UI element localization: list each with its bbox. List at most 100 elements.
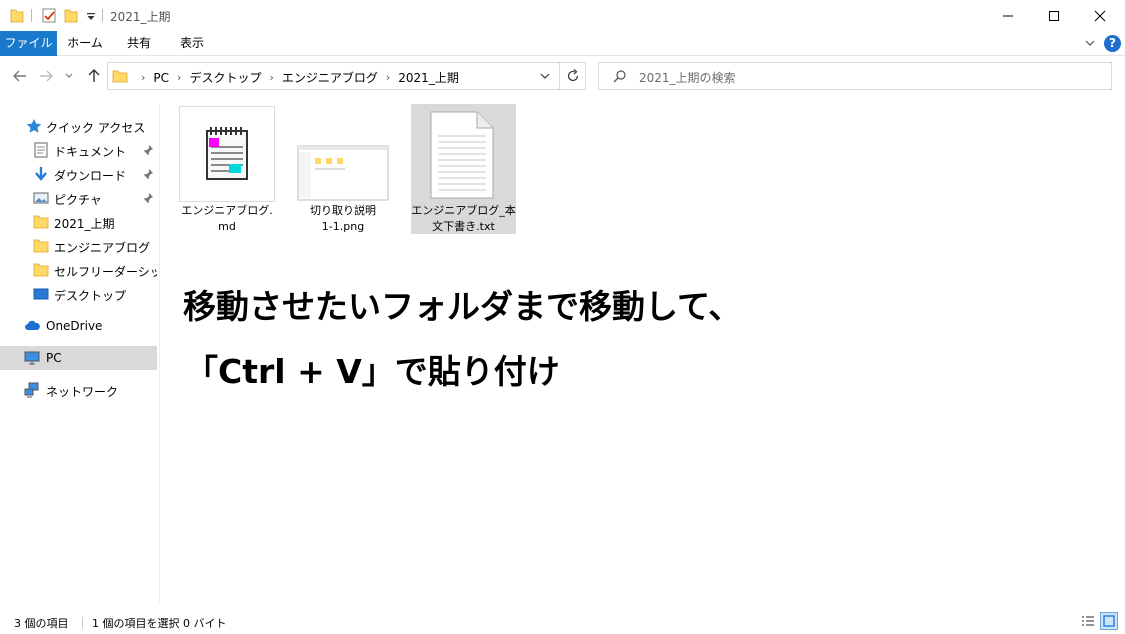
- folder-icon: [112, 70, 128, 83]
- chevron-down-icon: [65, 73, 73, 78]
- sidebar-item-label: ネットワーク: [46, 385, 119, 399]
- address-bar[interactable]: › PC › デスクトップ › エンジニアブログ › 2021_上期: [107, 62, 586, 90]
- breadcrumb: › PC › デスクトップ › エンジニアブログ › 2021_上期: [133, 69, 459, 86]
- file-item[interactable]: エンジニアブログ. md: [179, 104, 275, 234]
- new-folder-icon[interactable]: [64, 7, 78, 24]
- arrow-left-icon: [13, 70, 26, 82]
- refresh-button[interactable]: [559, 63, 585, 89]
- folder-icon: [33, 239, 49, 253]
- navigation-pane: クイック アクセス ドキュメント ダウンロード ピクチャ 2021_上期 エンジ…: [0, 104, 160, 604]
- minimize-button[interactable]: [985, 0, 1031, 31]
- file-item-selected[interactable]: エンジニアブログ_本 文下書き.txt: [411, 104, 516, 234]
- tab-file[interactable]: ファイル: [0, 31, 57, 56]
- divider: [31, 9, 32, 22]
- sidebar-item-2021-first-half[interactable]: 2021_上期: [0, 211, 157, 233]
- folder-icon: [33, 215, 49, 229]
- forward-button[interactable]: [36, 66, 56, 86]
- refresh-icon: [567, 69, 578, 82]
- up-button[interactable]: [84, 66, 104, 86]
- sidebar-item-label: ドキュメント: [54, 145, 127, 159]
- large-icons-view-icon: [1103, 615, 1115, 627]
- ribbon-tabs: ファイル ホーム 共有 表示 ?: [0, 31, 1125, 56]
- instruction-text-line2: 「Ctrl + V」で貼り付け: [185, 352, 560, 391]
- search-icon: [613, 70, 626, 83]
- tab-home[interactable]: ホーム: [57, 31, 113, 56]
- computer-icon: [24, 351, 40, 365]
- sidebar-item-quick-access[interactable]: クイック アクセス: [0, 115, 157, 137]
- pin-icon: [143, 169, 153, 180]
- download-arrow-icon: [35, 167, 47, 181]
- divider: [82, 617, 83, 629]
- help-icon[interactable]: ?: [1104, 35, 1121, 52]
- chevron-down-icon: [540, 73, 550, 79]
- chevron-right-icon[interactable]: ›: [386, 71, 390, 84]
- divider: [102, 9, 103, 22]
- minimize-icon: [1003, 15, 1013, 16]
- instruction-text-line1: 移動させたいフォルダまで移動して、: [183, 287, 742, 326]
- arrow-right-icon: [40, 70, 53, 82]
- pin-icon: [143, 145, 153, 156]
- selection-info: 1 個の項目を選択 0 バイト: [92, 617, 227, 630]
- close-icon: [1094, 10, 1106, 21]
- file-name: エンジニアブログ_本 文下書き.txt: [411, 204, 516, 233]
- details-view-icon: [1082, 616, 1094, 626]
- picture-icon: [33, 192, 49, 204]
- text-file-icon: [415, 106, 511, 202]
- file-name: 切り取り説明 1-1.png: [310, 204, 376, 233]
- title-bar: 2021_上期: [0, 0, 1125, 31]
- maximize-icon: [1049, 10, 1059, 21]
- maximize-button[interactable]: [1031, 0, 1077, 31]
- cloud-icon: [25, 320, 40, 330]
- recent-locations-button[interactable]: [62, 66, 76, 86]
- close-button[interactable]: [1077, 0, 1123, 31]
- sidebar-item-network[interactable]: ネットワーク: [0, 379, 157, 401]
- file-name: エンジニアブログ. md: [181, 204, 273, 233]
- details-view-button[interactable]: [1079, 612, 1097, 630]
- sidebar-item-label: デスクトップ: [54, 289, 127, 303]
- sidebar-item-label: ダウンロード: [54, 169, 127, 183]
- status-bar: 3 個の項目 1 個の項目を選択 0 バイト: [0, 608, 1125, 634]
- desktop-icon: [33, 288, 49, 300]
- tab-view[interactable]: 表示: [165, 31, 219, 56]
- large-icons-view-button[interactable]: [1100, 612, 1118, 630]
- properties-icon[interactable]: [42, 7, 57, 24]
- sidebar-item-pictures[interactable]: ピクチャ: [0, 187, 157, 209]
- breadcrumb-engineer-blog[interactable]: エンジニアブログ: [282, 69, 378, 86]
- breadcrumb-2021-first-half[interactable]: 2021_上期: [398, 69, 459, 86]
- pin-icon: [143, 193, 153, 204]
- sidebar-item-label: PC: [46, 351, 62, 365]
- chevron-right-icon[interactable]: ›: [269, 71, 273, 84]
- sidebar-item-label: クイック アクセス: [46, 121, 146, 135]
- network-icon: [24, 382, 39, 398]
- customize-toolbar-icon[interactable]: [86, 7, 96, 24]
- search-input[interactable]: 2021_上期の検索: [639, 69, 736, 86]
- sidebar-item-onedrive[interactable]: OneDrive: [0, 315, 157, 337]
- search-box[interactable]: 2021_上期の検索: [598, 62, 1112, 90]
- sidebar-item-desktop[interactable]: デスクトップ: [0, 283, 157, 305]
- document-icon: [34, 142, 48, 158]
- breadcrumb-desktop[interactable]: デスクトップ: [189, 69, 261, 86]
- tab-share[interactable]: 共有: [113, 31, 165, 56]
- back-button[interactable]: [10, 66, 30, 86]
- sidebar-item-documents[interactable]: ドキュメント: [0, 139, 157, 161]
- address-dropdown-button[interactable]: [531, 63, 559, 89]
- star-icon: [26, 119, 42, 133]
- notepad-md-icon: [179, 106, 275, 202]
- sidebar-item-downloads[interactable]: ダウンロード: [0, 163, 157, 185]
- chevron-right-icon[interactable]: ›: [177, 71, 181, 84]
- sidebar-item-pc[interactable]: PC: [0, 346, 157, 370]
- sidebar-item-label: OneDrive: [46, 319, 103, 333]
- sidebar-item-label: エンジニアブログ: [54, 241, 151, 255]
- sidebar-item-label: 2021_上期: [54, 217, 115, 231]
- sidebar-item-label: セルフリーダーシップ研修: [54, 265, 157, 279]
- file-item[interactable]: 切り取り説明 1-1.png: [295, 104, 391, 234]
- arrow-up-icon: [88, 69, 100, 82]
- screenshot-thumbnail: [295, 106, 391, 202]
- sidebar-item-engineer-blog[interactable]: エンジニアブログ: [0, 235, 157, 257]
- breadcrumb-pc[interactable]: PC: [153, 71, 169, 85]
- sidebar-item-label: ピクチャ: [54, 193, 102, 207]
- expand-ribbon-chevron-icon[interactable]: [1084, 37, 1096, 49]
- sidebar-item-self-leadership-training[interactable]: セルフリーダーシップ研修: [0, 259, 157, 281]
- window-title: 2021_上期: [110, 10, 171, 24]
- folder-icon[interactable]: [10, 7, 24, 24]
